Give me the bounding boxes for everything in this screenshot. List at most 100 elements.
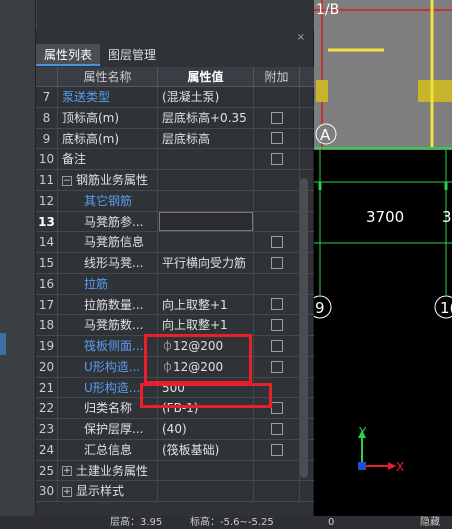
table-row[interactable]: 17 拉筋数量... 向上取整+1: [36, 294, 314, 316]
attach-checkbox[interactable]: [270, 443, 283, 456]
row-number: 14: [36, 232, 58, 252]
row-number: 25: [36, 460, 58, 481]
property-name: 筏板侧面...: [58, 336, 158, 356]
attach-checkbox[interactable]: [270, 298, 283, 311]
property-value[interactable]: (筏板基础): [158, 439, 254, 460]
label-1b: 1/B: [316, 2, 339, 18]
property-name: + 显示样式: [58, 481, 158, 501]
left-strip-selection-marker[interactable]: [0, 333, 6, 355]
property-name-text: 备注: [62, 152, 87, 167]
attach-checkbox[interactable]: [270, 111, 283, 124]
attach-checkbox[interactable]: [270, 256, 283, 269]
table-row[interactable]: 16 拉筋: [36, 273, 314, 295]
property-name-text: 保护层厚...: [84, 422, 144, 436]
attach-checkbox[interactable]: [270, 236, 283, 249]
property-value[interactable]: [158, 211, 254, 232]
property-value[interactable]: (混凝土泵): [158, 87, 254, 107]
status-bar: 层高：3.95 标高：-5.6~-5.25 0 隐藏: [0, 516, 452, 529]
tab-layer-management[interactable]: 图层管理: [100, 44, 164, 66]
property-name-text: 泵送类型: [62, 90, 111, 104]
row-number: 11: [36, 170, 58, 190]
row-number: 9: [36, 128, 58, 149]
header-name: 属性名称: [58, 67, 158, 86]
table-row[interactable]: 15 线形马凳... 平行横向受力筋: [36, 253, 314, 274]
property-value[interactable]: [158, 170, 254, 190]
table-row[interactable]: 30 + 显示样式: [36, 481, 314, 502]
property-name-text: 底标高(m): [62, 131, 120, 146]
dimension-partial: 3: [442, 208, 452, 226]
property-value[interactable]: [158, 232, 254, 252]
property-value[interactable]: (40): [158, 419, 254, 439]
attach-checkbox[interactable]: [270, 360, 283, 373]
table-row[interactable]: 23 保护层厚... (40): [36, 419, 314, 440]
property-value[interactable]: 层底标高+0.35: [158, 107, 254, 128]
status-hide: 隐藏: [420, 517, 440, 528]
row-number: 10: [36, 149, 58, 169]
property-value[interactable]: [158, 460, 254, 481]
property-value[interactable]: 向上取整+1: [158, 294, 254, 315]
extra-cell: [254, 273, 300, 294]
property-value[interactable]: [158, 190, 254, 211]
attach-checkbox[interactable]: [270, 422, 283, 435]
extra-cell: [254, 87, 300, 107]
property-name-text: 显示样式: [76, 484, 125, 499]
property-name-text: 顶标高(m): [62, 110, 120, 125]
property-value-text: 层底标高: [162, 131, 211, 146]
property-value-text: (筏板基础): [162, 442, 220, 457]
yellow-block-left: [316, 80, 328, 102]
extra-cell: [254, 107, 300, 128]
property-name: 备注: [58, 149, 158, 169]
extra-cell: [254, 356, 300, 377]
attach-checkbox[interactable]: [270, 402, 283, 415]
table-row[interactable]: 10 备注: [36, 149, 314, 170]
property-value[interactable]: [158, 149, 254, 169]
attach-checkbox[interactable]: [270, 132, 283, 145]
table-row[interactable]: 24 汇总信息 (筏板基础): [36, 439, 314, 461]
property-name: 马凳筋数...: [58, 315, 158, 335]
property-value[interactable]: 向上取整+1: [158, 315, 254, 335]
table-row[interactable]: 25 + 土建业务属性: [36, 460, 314, 482]
property-value[interactable]: 层底标高: [158, 128, 254, 149]
coord-x-label: X: [396, 460, 404, 474]
property-name: − 钢筋业务属性: [58, 170, 158, 190]
attach-checkbox[interactable]: [270, 339, 283, 352]
close-icon[interactable]: ×: [297, 32, 305, 43]
attach-checkbox[interactable]: [270, 153, 283, 166]
extra-cell: [254, 419, 300, 439]
table-row[interactable]: 9 底标高(m) 层底标高: [36, 128, 314, 150]
status-floor-height: 层高：3.95: [110, 517, 163, 528]
expand-icon[interactable]: +: [62, 466, 72, 476]
collapse-icon[interactable]: −: [62, 175, 72, 186]
panel-top-area: [36, 0, 314, 30]
attach-checkbox[interactable]: [270, 319, 283, 332]
row-number: 7: [36, 87, 58, 107]
property-name: 泵送类型: [58, 87, 158, 107]
drawing-canvas[interactable]: 1/B A 3700 3 9 1( Y X: [314, 0, 452, 516]
property-name: 底标高(m): [58, 128, 158, 149]
extra-cell: [254, 170, 300, 190]
expand-icon[interactable]: +: [62, 486, 72, 497]
extra-cell: [254, 211, 300, 232]
extra-cell: [254, 460, 300, 481]
header-extra: 附加: [254, 67, 300, 86]
extra-cell: [254, 128, 300, 149]
property-value-text: 层底标高+0.35: [162, 110, 247, 125]
row-number: 17: [36, 294, 58, 315]
table-row[interactable]: 7 泵送类型 (混凝土泵): [36, 87, 314, 108]
property-value[interactable]: 平行横向受力筋: [158, 253, 254, 273]
header-num: [36, 67, 58, 86]
property-value-text: 向上取整+1: [162, 297, 228, 312]
property-value[interactable]: [158, 481, 254, 501]
table-row[interactable]: 13 马凳筋参...: [36, 211, 314, 233]
property-name-text: 筏板侧面...: [84, 339, 144, 353]
vertical-scrollbar[interactable]: [300, 178, 308, 478]
table-row[interactable]: 12 其它钢筋: [36, 190, 314, 212]
extra-cell: [254, 439, 300, 460]
table-row[interactable]: 8 顶标高(m) 层底标高+0.35: [36, 107, 314, 129]
table-row[interactable]: 14 马凳筋信息: [36, 232, 314, 253]
property-value[interactable]: [158, 273, 254, 294]
tab-property-list[interactable]: 属性列表: [36, 44, 101, 66]
table-row[interactable]: 18 马凳筋数... 向上取整+1: [36, 315, 314, 336]
value-edit-box[interactable]: [159, 211, 253, 231]
table-row[interactable]: 11− 钢筋业务属性: [36, 170, 314, 191]
